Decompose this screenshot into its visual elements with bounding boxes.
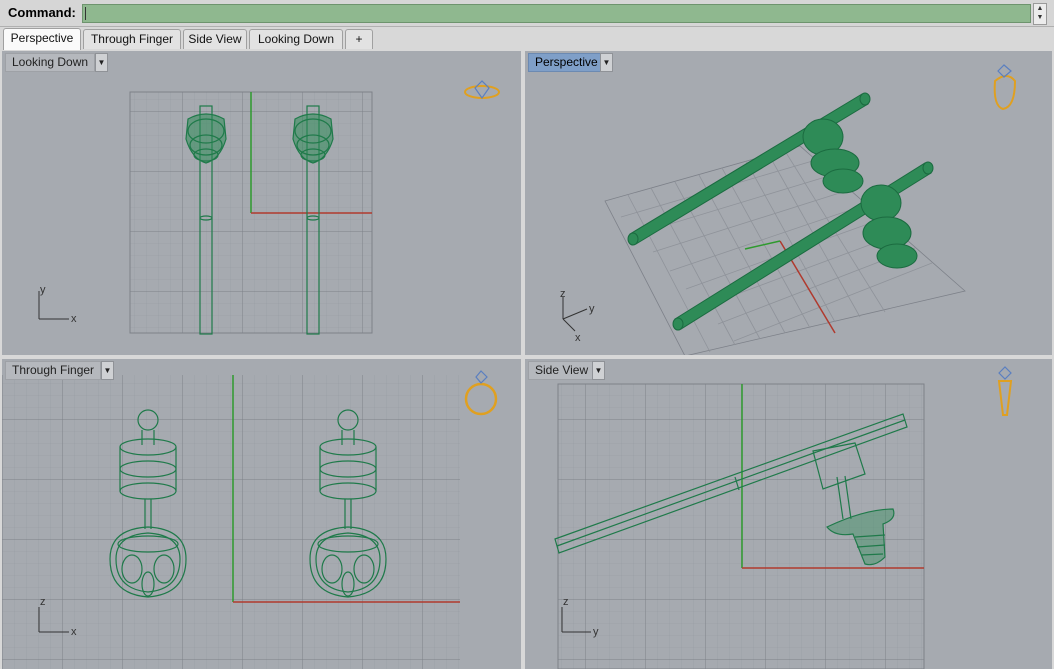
axis-label-z: z: [563, 596, 569, 608]
tab-side-view[interactable]: Side View: [183, 29, 247, 49]
axis-label-x: x: [71, 626, 77, 638]
viewport-title-through-finger[interactable]: Through Finger: [5, 361, 102, 380]
viewport-perspective[interactable]: z y x Perspective ▼: [525, 51, 1052, 355]
tab-perspective[interactable]: Perspective: [3, 28, 81, 50]
chevron-down-icon[interactable]: ▼: [101, 361, 114, 380]
axis-label-z: z: [560, 288, 566, 300]
command-label: Command:: [8, 5, 76, 20]
axis-label-y: y: [589, 303, 595, 315]
command-input[interactable]: [82, 4, 1031, 23]
axis-label-x: x: [71, 313, 77, 325]
ring-view-icon: [993, 64, 1017, 111]
ring-view-icon: [997, 366, 1013, 416]
axis-label-y: y: [40, 284, 46, 296]
perspective-canvas: z y x: [560, 64, 1017, 355]
ring-view-icon: [464, 80, 500, 100]
axis-label-y: y: [593, 626, 599, 638]
add-tab-button[interactable]: +: [345, 29, 373, 49]
command-history-scroll[interactable]: ▲ ▼: [1033, 3, 1047, 25]
text-caret: [85, 7, 86, 20]
through-finger-canvas: z x: [2, 370, 498, 669]
looking-down-canvas: y x: [38, 80, 500, 335]
add-tab-icon: +: [355, 32, 363, 46]
side-view-canvas: z y: [554, 366, 1013, 669]
command-bar: Command: ▲ ▼: [0, 0, 1054, 27]
viewport-title-side-view[interactable]: Side View: [528, 361, 596, 380]
axis-label-x: x: [575, 332, 581, 344]
tab-through-finger[interactable]: Through Finger: [83, 29, 181, 49]
axis-indicator: [562, 297, 588, 332]
viewport-title-looking-down[interactable]: Looking Down: [5, 53, 96, 72]
viewport-side-view[interactable]: z y Side View ▼: [525, 359, 1052, 669]
viewport-tabs: Perspective Through Finger Side View Loo…: [0, 27, 1054, 50]
chevron-down-icon[interactable]: ▼: [600, 53, 613, 72]
ring-view-icon: [464, 370, 498, 416]
viewport-title-perspective[interactable]: Perspective: [528, 53, 605, 72]
viewport-looking-down[interactable]: y x Looking Down ▼: [2, 51, 521, 355]
axis-label-z: z: [40, 596, 46, 608]
viewport-through-finger[interactable]: z x Through Finger ▼: [2, 359, 521, 669]
chevron-down-icon[interactable]: ▼: [95, 53, 108, 72]
tab-looking-down[interactable]: Looking Down: [249, 29, 343, 49]
chevron-down-icon[interactable]: ▼: [592, 361, 605, 380]
